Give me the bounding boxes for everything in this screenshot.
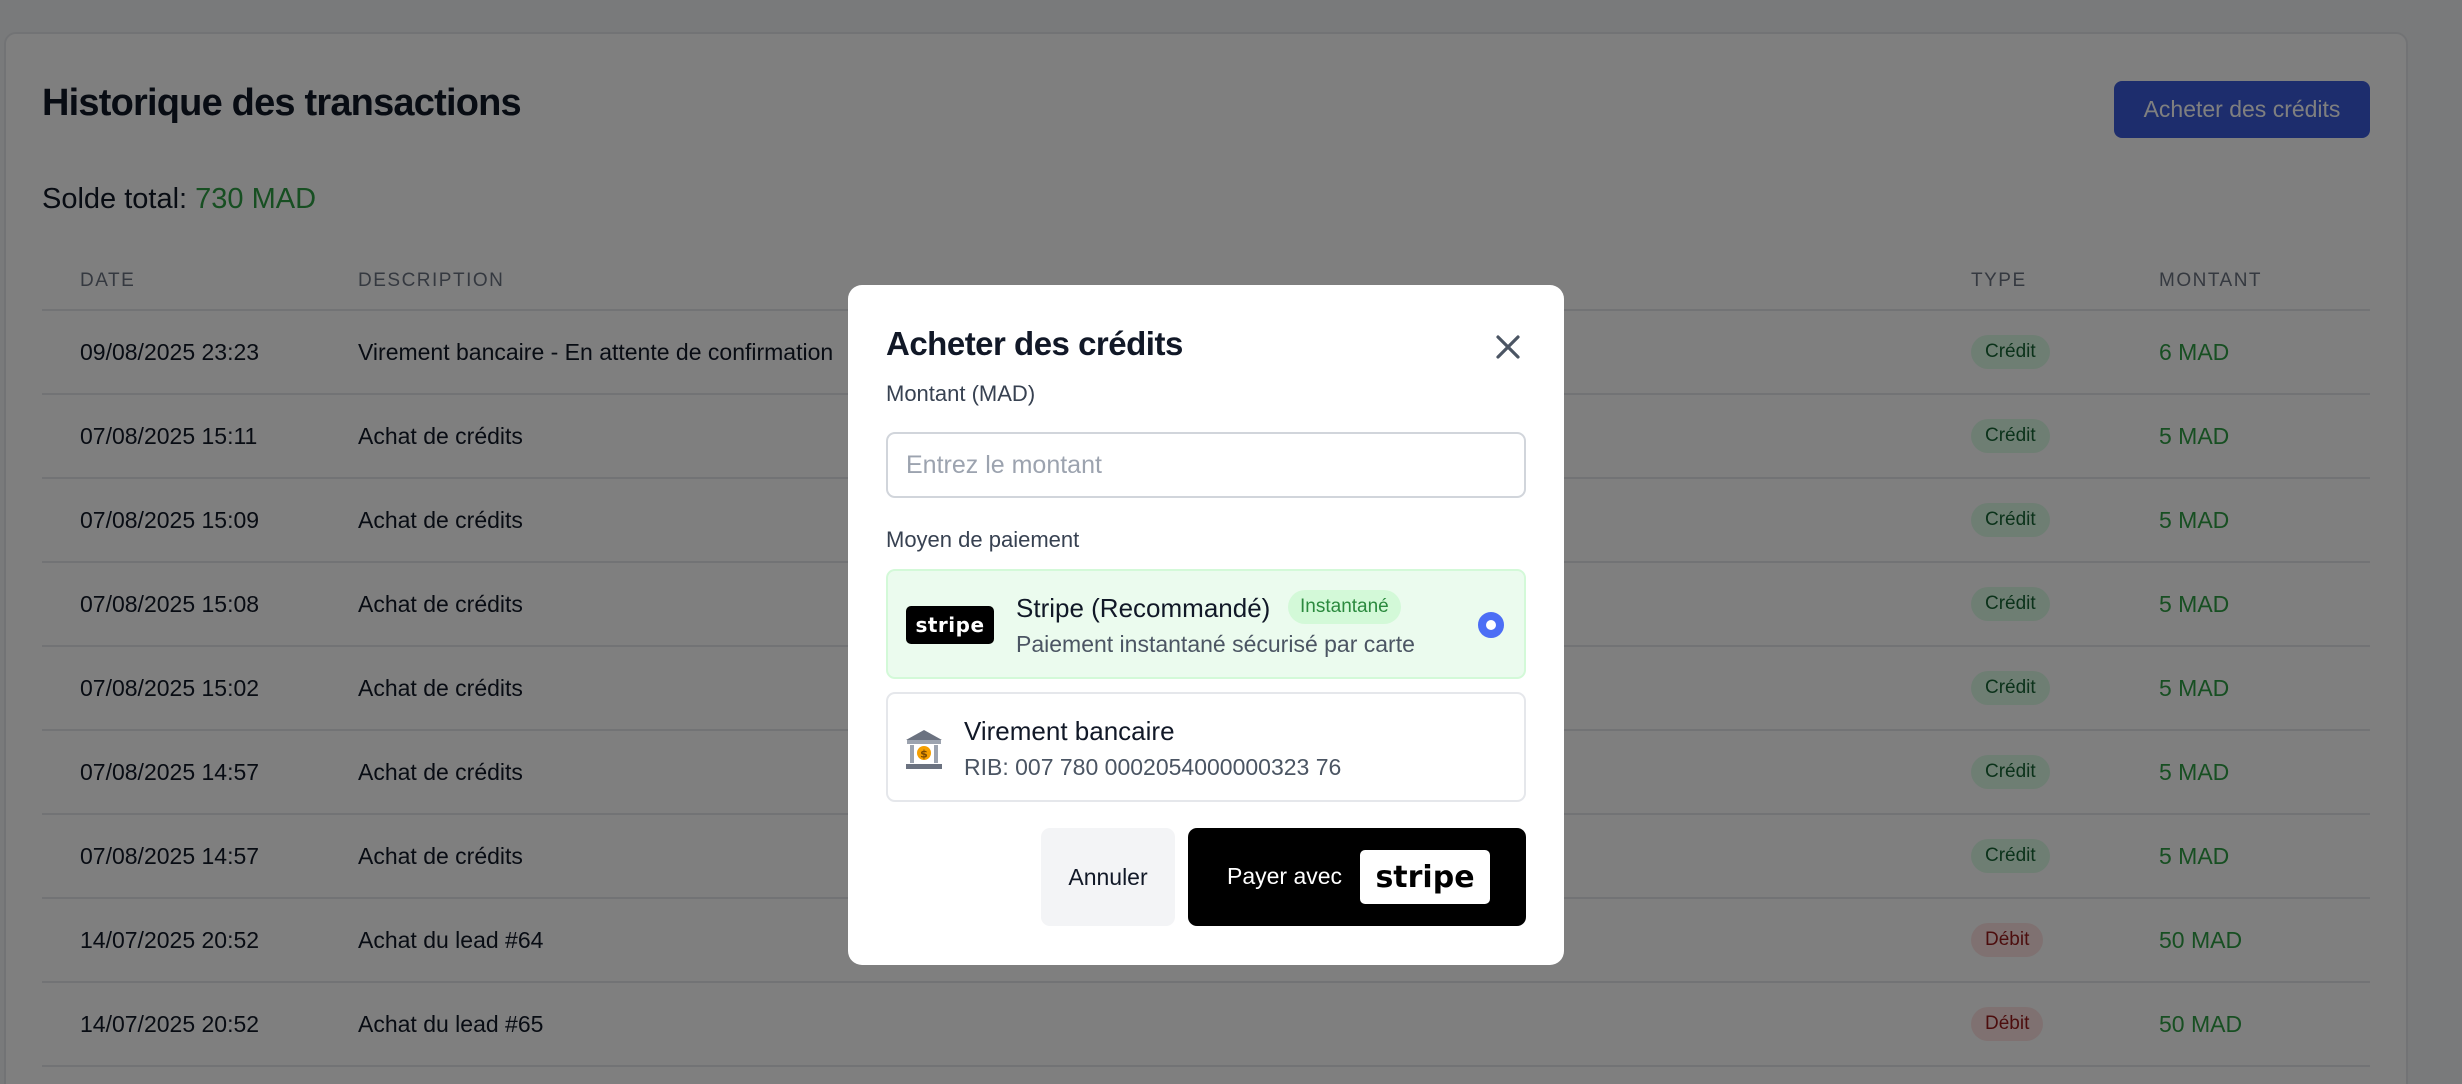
buy-credits-modal: Acheter des crédits Montant (MAD) Moyen … [848,285,1564,965]
pay-with-stripe-button[interactable]: Payer avec stripe [1188,828,1526,926]
stripe-radio[interactable] [1478,612,1504,638]
instant-badge: Instantané [1288,590,1401,624]
bank-option-title: Virement bancaire [964,716,1175,746]
stripe-option-subtitle: Paiement instantané sécurisé par carte [1016,631,1415,657]
stripe-logo: stripe [1360,850,1490,904]
svg-text:$: $ [920,748,928,761]
payment-option-stripe[interactable]: stripe Stripe (Recommandé) Instantané Pa… [886,569,1526,679]
pay-button-label: Payer avec [1227,863,1343,889]
amount-label: Montant (MAD) [886,381,1036,406]
close-icon [1496,335,1520,359]
payment-option-bank-transfer[interactable]: $ Virement bancaire RIB: 007 780 0002054… [886,692,1526,802]
close-button[interactable] [1488,327,1528,367]
bank-icon: $ [906,730,942,769]
stripe-option-title: Stripe (Recommandé) [1016,593,1271,623]
amount-input[interactable] [886,432,1526,498]
modal-title: Acheter des crédits [886,325,1183,362]
cancel-button[interactable]: Annuler [1041,828,1175,926]
payment-method-label: Moyen de paiement [886,527,1080,552]
bank-option-rib: RIB: 007 780 0002054000000323 76 [964,754,1342,780]
stripe-logo: stripe [906,606,994,644]
